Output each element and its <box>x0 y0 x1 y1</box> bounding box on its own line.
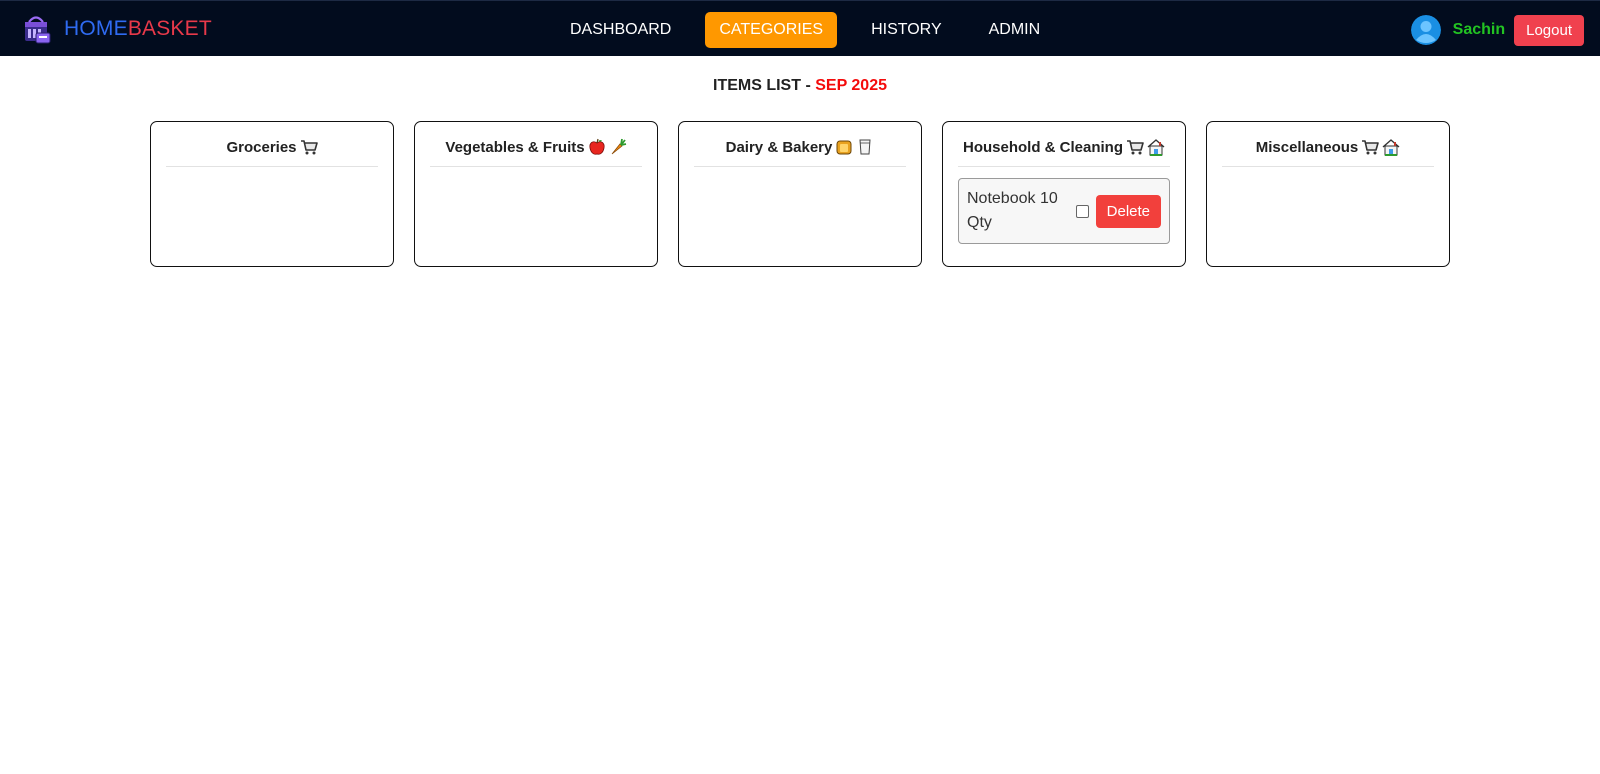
item-name: Notebook <box>967 190 1036 207</box>
category-title: Groceries <box>166 136 378 167</box>
category-title: Dairy & Bakery <box>694 136 906 167</box>
user-avatar-icon[interactable] <box>1410 15 1441 45</box>
item-text: Notebook 10 Qty <box>967 187 1073 235</box>
page-title-prefix: ITEMS LIST - <box>713 77 816 94</box>
cart-icon <box>1362 140 1380 155</box>
carrot-icon <box>611 138 626 155</box>
category-title: Household & Cleaning <box>958 136 1170 167</box>
nav-admin[interactable]: ADMIN <box>975 12 1055 48</box>
house-icon <box>1147 139 1165 156</box>
category-title-text: Dairy & Bakery <box>725 138 833 156</box>
main-nav: DASHBOARD CATEGORIES HISTORY ADMIN <box>556 12 1060 48</box>
navbar: HOMEBASKET DASHBOARD CATEGORIES HISTORY … <box>0 0 1600 56</box>
category-title-text: Groceries <box>226 138 297 156</box>
page-title-month: SEP 2025 <box>815 77 887 94</box>
nav-history[interactable]: HISTORY <box>857 12 956 48</box>
brand-name-home: HOME <box>64 17 128 40</box>
item-checkbox[interactable] <box>1076 204 1089 218</box>
user-area: Sachin Logout <box>1410 14 1584 46</box>
brand-name: HOMEBASKET <box>64 17 212 41</box>
page-title: ITEMS LIST - SEP 2025 <box>0 77 1600 95</box>
house-icon <box>1382 139 1400 156</box>
apple-icon <box>589 138 605 155</box>
category-title-text: Miscellaneous <box>1255 138 1359 156</box>
category-title-text: Household & Cleaning <box>962 138 1123 156</box>
logout-button[interactable]: Logout <box>1514 14 1584 46</box>
nav-dashboard[interactable]: DASHBOARD <box>556 12 685 48</box>
category-cards: Groceries Vegetables & Fruits Dairy & Ba… <box>150 121 1450 267</box>
milk-glass-icon <box>859 139 871 155</box>
basket-logo-icon <box>25 16 51 44</box>
bread-icon <box>836 140 852 155</box>
category-card-miscellaneous: Miscellaneous <box>1206 121 1450 267</box>
category-card-vegetables-fruits: Vegetables & Fruits <box>414 121 658 267</box>
category-title: Miscellaneous <box>1222 136 1434 167</box>
nav-categories[interactable]: CATEGORIES <box>705 12 838 48</box>
category-card-household-cleaning: Household & Cleaning Notebook 10 Qty Del… <box>942 121 1186 267</box>
category-card-dairy-bakery: Dairy & Bakery <box>678 121 922 267</box>
brand[interactable]: HOMEBASKET <box>20 13 212 45</box>
category-card-groceries: Groceries <box>150 121 394 267</box>
list-item: Notebook 10 Qty Delete <box>958 178 1170 244</box>
cart-icon <box>300 140 318 155</box>
category-title: Vegetables & Fruits <box>430 136 642 167</box>
username: Sachin <box>1452 21 1506 38</box>
brand-name-basket: BASKET <box>127 17 212 40</box>
delete-button[interactable]: Delete <box>1095 194 1161 228</box>
category-title-text: Vegetables & Fruits <box>445 138 585 156</box>
cart-icon <box>1127 140 1144 155</box>
